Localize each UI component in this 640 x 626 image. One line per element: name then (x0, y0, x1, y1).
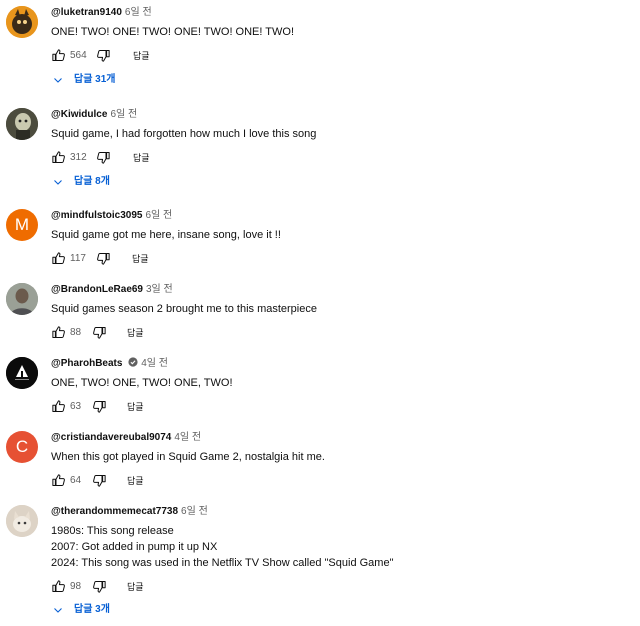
comment-actions: 88 답글 (51, 323, 632, 343)
avatar[interactable] (6, 357, 38, 389)
reply-button[interactable]: 답글 (127, 475, 144, 487)
comment-line: When this got played in Squid Game 2, no… (51, 451, 325, 463)
comment-actions: 312 답글 (51, 148, 632, 168)
comment-body: @BrandonLeRae69 3일 전 Squid games season 2… (51, 283, 632, 343)
comment-author[interactable]: @BrandonLeRae69 (51, 284, 143, 295)
avatar[interactable] (6, 108, 38, 140)
avatar[interactable]: M (6, 209, 38, 241)
pharoh-logo-icon (6, 357, 38, 389)
comment-line: Squid games season 2 brought me to this … (51, 303, 317, 315)
cat-photo-icon (6, 505, 38, 537)
comment-actions: 117 답글 (51, 249, 632, 269)
comment-time[interactable]: 4일 전 (141, 358, 168, 369)
comment-author[interactable]: @Kiwidulce (51, 109, 107, 120)
chevron-down-icon (54, 180, 62, 185)
comment-line: Squid game, I had forgotten how much I l… (51, 128, 317, 140)
thumbs-down-icon[interactable] (92, 473, 107, 488)
thumbs-down-icon[interactable] (92, 399, 107, 414)
comment-line: 2024: This song was used in the Netflix … (51, 557, 394, 569)
character-photo-icon (6, 108, 38, 140)
comment-author[interactable]: @therandommemecat7738 (51, 506, 178, 517)
view-replies-button[interactable]: 답글 31개 (52, 70, 116, 90)
comment-line: ONE, TWO! ONE, TWO! ONE, TWO! (51, 377, 233, 389)
thumbs-up-icon[interactable] (51, 150, 66, 165)
replies-count-label: 답글 3개 (74, 604, 110, 615)
like-count: 64 (70, 475, 82, 486)
reply-button[interactable]: 답글 (133, 50, 150, 62)
avatar[interactable] (6, 283, 38, 315)
comment-line: ONE! TWO! ONE! TWO! ONE! TWO! ONE! TWO! (51, 26, 295, 38)
comment-time[interactable]: 3일 전 (146, 284, 173, 295)
comment-body: @PharohBeats 4일 전 ONE, TWO! ONE, TWO! ON… (51, 357, 632, 417)
person-photo-icon (6, 283, 38, 315)
replies-count-label: 답글 8개 (74, 176, 110, 187)
comment-text: When this got played in Squid Game 2, no… (51, 449, 632, 465)
like-count: 88 (70, 327, 82, 338)
comment-author[interactable]: @luketran9140 (51, 7, 122, 18)
thumbs-down-icon[interactable] (96, 48, 111, 63)
comment-body: @luketran9140 6일 전 ONE! TWO! ONE! TWO! ON… (51, 6, 632, 66)
comment-actions: 63 답글 (51, 397, 632, 417)
comment-time[interactable]: 6일 전 (125, 7, 152, 18)
comment-text: ONE, TWO! ONE, TWO! ONE, TWO! (51, 375, 632, 391)
like-count: 63 (70, 401, 82, 412)
comment-actions: 98 답글 (51, 577, 632, 597)
comment-body: @Kiwidulce 6일 전 Squid game, I had forgott… (51, 108, 632, 168)
like-count: 312 (70, 152, 87, 163)
comment-author[interactable]: @mindfulstoic3095 (51, 210, 142, 221)
chevron-down-icon (54, 608, 62, 613)
verified-badge-icon (128, 357, 138, 367)
comment-time[interactable]: 6일 전 (181, 506, 208, 517)
thumbs-up-icon[interactable] (51, 325, 66, 340)
comment-time[interactable]: 4일 전 (174, 432, 201, 443)
thumbs-down-icon[interactable] (96, 150, 111, 165)
thumbs-up-icon[interactable] (51, 579, 66, 594)
comment-line: 1980s: This song release (51, 525, 174, 537)
view-replies-button[interactable]: 답글 3개 (52, 600, 110, 620)
chevron-down-icon (54, 78, 62, 83)
like-count: 117 (70, 253, 86, 264)
thumbs-down-icon[interactable] (92, 325, 107, 340)
thumbs-down-icon[interactable] (96, 251, 111, 266)
comment-text: Squid game, I had forgotten how much I l… (51, 126, 632, 142)
replies-count-label: 답글 31개 (74, 74, 116, 85)
comment-actions: 64 답글 (51, 471, 632, 491)
animal-photo-icon (6, 6, 38, 38)
comment-actions: 564 답글 (51, 46, 632, 66)
thumbs-up-icon[interactable] (51, 251, 66, 266)
reply-button[interactable]: 답글 (127, 327, 144, 339)
reply-button[interactable]: 답글 (133, 152, 150, 164)
avatar[interactable] (6, 505, 38, 537)
comment-text: ONE! TWO! ONE! TWO! ONE! TWO! ONE! TWO! (51, 24, 632, 40)
reply-button[interactable]: 답글 (127, 401, 144, 413)
comment-body: @therandommemecat7738 6일 전 1980s: This so… (51, 505, 632, 597)
thumbs-up-icon[interactable] (51, 48, 66, 63)
comment-time[interactable]: 6일 전 (110, 109, 137, 120)
thumbs-up-icon[interactable] (51, 399, 66, 414)
like-count: 564 (70, 50, 87, 61)
avatar-letter: M (14, 215, 30, 234)
thumbs-down-icon[interactable] (92, 579, 107, 594)
comment-author[interactable]: @PharohBeats (51, 358, 122, 369)
comment-author[interactable]: @cristiandavereubal9074 (51, 432, 171, 443)
comment-line: Squid game got me here, insane song, lov… (51, 229, 281, 241)
avatar-letter: C (15, 437, 29, 456)
comment-line: 2007: Got added in pump it up NX (51, 541, 218, 553)
like-count: 98 (70, 581, 82, 592)
reply-button[interactable]: 답글 (132, 253, 149, 265)
reply-button[interactable]: 답글 (127, 581, 144, 593)
comment-text: 1980s: This song release 2007: Got added … (51, 523, 632, 571)
comment-text: Squid game got me here, insane song, lov… (51, 227, 632, 243)
comment-time[interactable]: 6일 전 (145, 210, 172, 221)
comment-text: Squid games season 2 brought me to this … (51, 301, 632, 317)
view-replies-button[interactable]: 답글 8개 (52, 172, 110, 192)
avatar[interactable]: C (6, 431, 38, 463)
thumbs-up-icon[interactable] (51, 473, 66, 488)
avatar[interactable] (6, 6, 38, 38)
comment-body: @cristiandavereubal9074 4일 전 When this go… (51, 431, 632, 491)
comment-body: @mindfulstoic3095 6일 전 Squid game got me … (51, 209, 632, 269)
